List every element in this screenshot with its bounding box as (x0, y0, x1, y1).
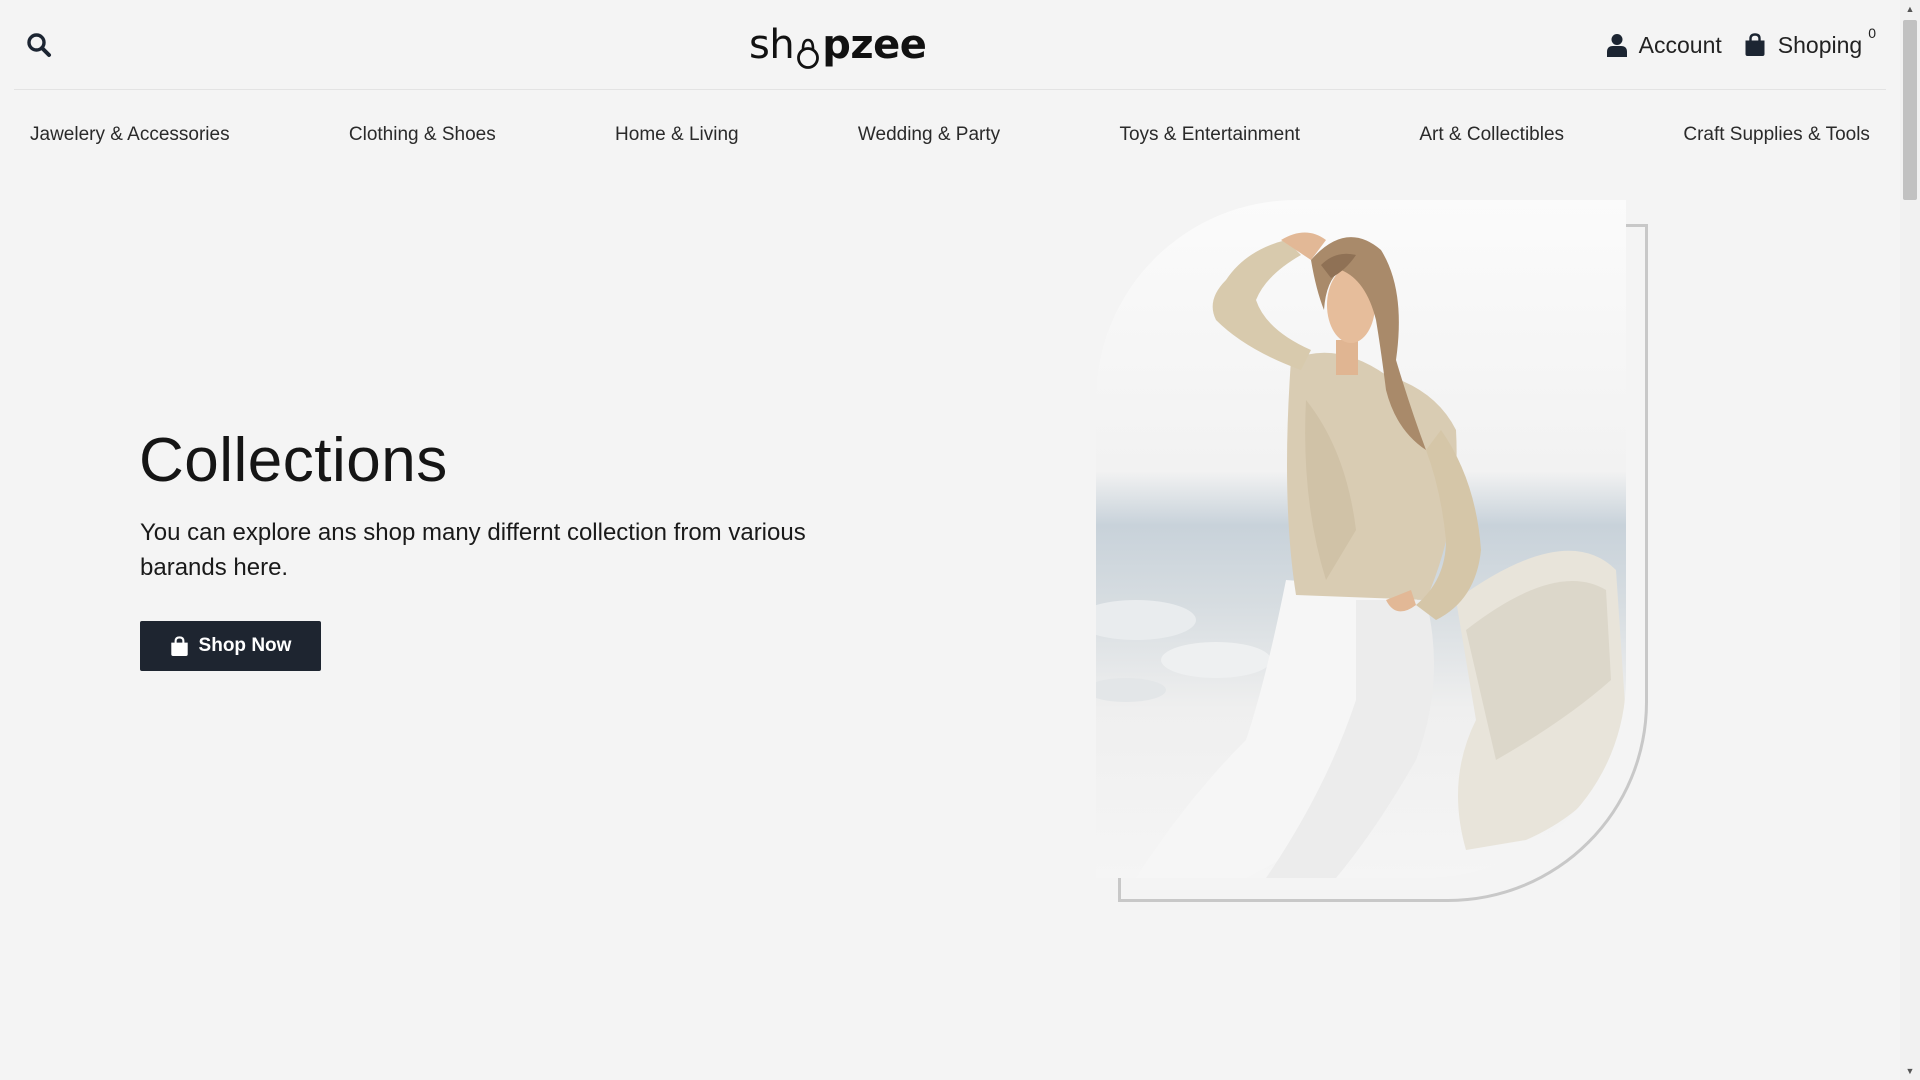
site-logo[interactable]: sh pzee (749, 18, 927, 69)
nav-item-craft-supplies-tools[interactable]: Craft Supplies & Tools (1683, 124, 1870, 146)
vertical-scrollbar[interactable]: ▲ ▼ (1900, 0, 1920, 1080)
shopping-bag-icon (170, 635, 188, 656)
nav-item-toys-entertainment[interactable]: Toys & Entertainment (1119, 124, 1300, 146)
shop-now-button[interactable]: Shop Now (140, 621, 321, 671)
site-header: sh pzee Account Shoping 0 (14, 0, 1886, 90)
logo-bag-icon (795, 34, 821, 69)
frame-left-edge (1118, 877, 1121, 902)
category-nav: Jawelery & Accessories Clothing & Shoes … (30, 120, 1870, 150)
scrollbar-thumb[interactable] (1903, 20, 1917, 200)
hero-model-photo (1096, 200, 1626, 878)
shop-now-label: Shop Now (198, 635, 292, 656)
scroll-up-arrow[interactable]: ▲ (1900, 0, 1920, 18)
header-actions: Account Shoping 0 (1606, 25, 1876, 62)
hero-description: You can explore ans shop many differnt c… (140, 519, 806, 581)
model-illustration (1096, 232, 1626, 878)
scroll-down-arrow[interactable]: ▼ (1900, 1062, 1920, 1080)
nav-item-jewelry-accessories[interactable]: Jawelery & Accessories (30, 124, 230, 146)
cart-label: Shoping (1777, 31, 1863, 58)
nav-item-clothing-shoes[interactable]: Clothing & Shoes (349, 124, 496, 146)
logo-text-left: sh (749, 22, 795, 68)
logo-text-right: pzee (822, 22, 927, 68)
search-icon (27, 33, 51, 57)
account-label: Account (1638, 31, 1722, 58)
cart-count-badge: 0 (1868, 25, 1876, 41)
nav-item-wedding-party[interactable]: Wedding & Party (858, 124, 1000, 146)
page: sh pzee Account Shoping 0 Jawelery & Acc… (0, 0, 1920, 1080)
nav-item-art-collectibles[interactable]: Art & Collectibles (1419, 124, 1564, 146)
hero-title: Collections (139, 426, 448, 495)
cart-link[interactable]: Shoping 0 (1744, 25, 1876, 59)
nav-item-home-living[interactable]: Home & Living (615, 124, 739, 146)
account-link[interactable]: Account (1606, 31, 1722, 59)
search-button[interactable] (24, 30, 54, 60)
frame-top-edge (1626, 224, 1648, 227)
user-icon (1606, 34, 1627, 57)
shopping-bag-icon (1745, 33, 1765, 56)
